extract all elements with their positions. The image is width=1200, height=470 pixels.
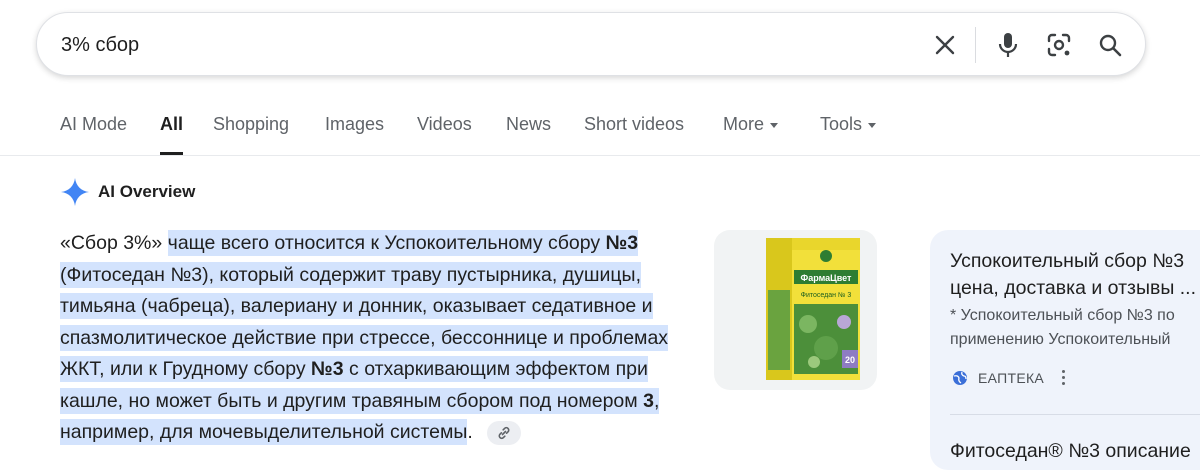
tab-ai-mode[interactable]: AI Mode [60,114,127,135]
source-title-line: Успокоительный сбор №3 [950,250,1185,272]
mic-icon[interactable] [992,29,1024,61]
answer-lead: «Сбор 3%» [60,232,168,254]
ai-overview-answer: «Сбор 3%» чаще всего относится к Успокои… [60,228,712,449]
tab-label: News [506,114,552,134]
tab-shopping[interactable]: Shopping [213,114,289,135]
search-bar-divider [975,27,976,63]
tab-label: Images [325,114,385,134]
more-vert-icon[interactable] [1058,368,1069,387]
answer-bold: №3 [311,358,344,380]
source-card: Успокоительный сбор №3 цена, доставка и … [930,230,1200,470]
tab-all[interactable]: All [160,114,183,135]
ai-overview-title: AI Overview [98,182,196,201]
product-brand: ФармаЦвет [801,273,852,283]
close-icon[interactable] [929,29,961,61]
source-snippet-line: применению Успокоительный [950,331,1171,348]
product-count: 20 [845,355,855,365]
tab-images[interactable]: Images [325,114,384,135]
product-name: Фитоседан № 3 [801,292,852,299]
tab-label: More [723,114,765,134]
source-site-row: ЕАПТЕКА [952,368,1069,387]
tab-label: Short videos [584,114,685,134]
tab-label: Tools [820,114,863,134]
tab-short-videos[interactable]: Short videos [584,114,684,135]
search-input[interactable] [61,25,881,65]
tab-label: Shopping [213,114,290,134]
answer-bold: 3 [643,389,654,412]
tab-label: All [160,114,184,134]
product-box-image: ФармаЦвет Фитоседан № 3 20 [766,238,860,380]
source-site-name: ЕАПТЕКА [978,369,1045,386]
tab-videos[interactable]: Videos [417,114,472,135]
tab-label: Videos [417,114,472,134]
answer-bold: №3 [605,232,639,254]
product-image[interactable]: ФармаЦвет Фитоседан № 3 20 [714,230,877,390]
source-link-chip[interactable] [486,420,521,445]
globe-icon [953,370,967,385]
source-title-line: цена, доставка и отзывы ... [950,277,1197,299]
source-snippet: * Успокоительный сбор №3 по применению У… [950,304,1200,352]
source-snippet-line: * Успокоительный сбор №3 по [950,307,1175,324]
caret-down-icon [868,122,877,128]
search-icon[interactable] [1094,29,1126,61]
search-bar [36,12,1146,76]
answer-end: . [467,421,473,443]
tabs-divider [0,155,1200,156]
lens-icon[interactable] [1043,29,1075,61]
source-divider [950,414,1200,415]
caret-down-icon [770,122,779,128]
sparkle-icon [61,178,89,206]
answer-highlight: чаще всего относится к Успокоительному с… [60,230,669,445]
ai-overview-header: AI Overview [60,176,195,208]
answer-text: чаще всего относится к Успокоительному с… [167,232,606,254]
tab-label: AI Mode [60,114,128,134]
tab-more[interactable]: More [723,114,779,135]
tab-news[interactable]: News [506,114,551,135]
source-title[interactable]: Успокоительный сбор №3 цена, доставка и … [950,248,1200,302]
source-title[interactable]: Фитоседан® №3 описание [950,438,1200,465]
link-icon [498,426,510,439]
tab-tools[interactable]: Tools [820,114,877,135]
